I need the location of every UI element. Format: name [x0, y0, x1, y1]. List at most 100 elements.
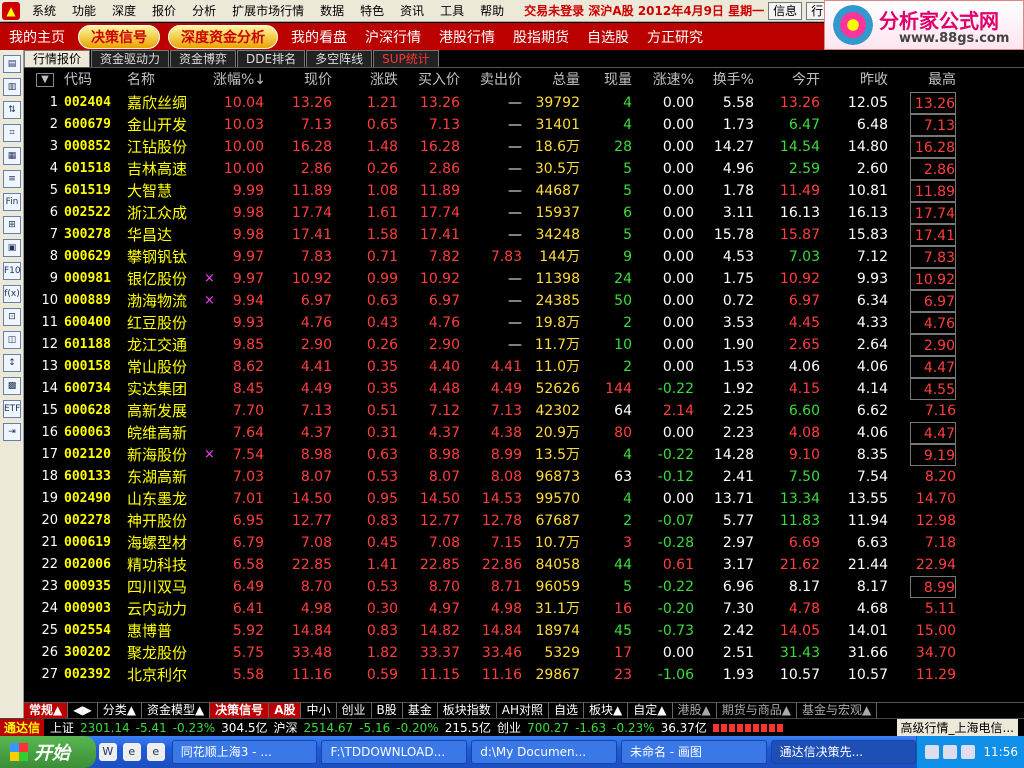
volume-tray-icon[interactable] [943, 745, 958, 759]
table-row[interactable]: 11 600400 红豆股份 9.93 4.76 0.43 4.76 — 19.8万 2 0.00 3… [24, 312, 1024, 334]
col-price[interactable]: 现价 [274, 68, 332, 92]
menu-data[interactable]: 数据 [312, 2, 352, 19]
table-row[interactable]: 2 600679 金山开发 10.03 7.13 0.65 7.13 — 31401 4 0.00 1… [24, 114, 1024, 136]
category-tab-1[interactable]: ◀▶ [68, 703, 98, 718]
col-current-vol[interactable]: 现量 [584, 68, 632, 92]
menu-help[interactable]: 帮助 [472, 2, 512, 19]
app-logo-icon[interactable]: ▲ [2, 1, 20, 20]
nav-founder-research[interactable]: 方正研究 [638, 27, 712, 47]
table-row[interactable]: 7 300278 华昌达 9.98 17.41 1.58 17.41 — 34248 5 0.00 1… [24, 224, 1024, 246]
category-tab-0[interactable]: 常规▲ [24, 703, 69, 718]
export-icon[interactable]: ⇥ [3, 423, 21, 441]
zoom-icon[interactable]: ⊡ [3, 308, 21, 326]
tab-fund-game[interactable]: 资金博弈 [170, 50, 237, 67]
table-row[interactable]: 21 000619 海螺型材 6.79 7.08 0.45 7.08 7.15 10.7万 3 -0… [24, 532, 1024, 554]
category-tab-14[interactable]: 自定▲ [628, 703, 673, 718]
start-button[interactable]: 开始 [0, 736, 96, 768]
tab-dde-ranking[interactable]: DDE排名 [237, 50, 306, 67]
col-bid[interactable]: 买入价 [402, 68, 460, 92]
table-icon[interactable]: ▦ [3, 147, 21, 165]
col-speed[interactable]: 涨速% [636, 68, 694, 92]
table-row[interactable]: 9 000981 银亿股份 × 9.97 10.92 0.99 10.92—11398 24 0.… [24, 268, 1024, 290]
tab-long-short[interactable]: 多空阵线 [306, 50, 373, 67]
table-row[interactable]: 25 002554 惠博普 5.92 14.84 0.83 14.82 14.84 18974 4… [24, 620, 1024, 642]
table-row[interactable]: 15 000628 高新发展 7.70 7.13 0.51 7.12 7.13 42302 64 2… [24, 400, 1024, 422]
table-row[interactable]: 4 601518 吉林高速 10.00 2.86 0.26 2.86 — 30.5万 5 0.00 4… [24, 158, 1024, 180]
col-open[interactable]: 今开 [758, 68, 820, 92]
menu-quote[interactable]: 报价 [144, 2, 184, 19]
task-tddownload-folder[interactable]: F:\TDDOWNLOAD... [321, 740, 468, 764]
category-tab-4[interactable]: 决策信号 [210, 703, 270, 718]
table-row[interactable]: 10 000889 渤海物流 × 9.94 6.97 0.63 6.97—24385 50 0.0… [24, 290, 1024, 312]
table-row[interactable]: 19 002490 山东墨龙 7.01 14.50 0.95 14.50 14.53 99570… [24, 488, 1024, 510]
task-tonghuashun[interactable]: 同花顺上海3 - ... [171, 740, 318, 764]
nav-my-home[interactable]: 我的主页 [0, 27, 74, 47]
matrix-icon[interactable]: ▩ [3, 377, 21, 395]
column-menu-icon[interactable]: ▼ [36, 73, 54, 87]
table-row[interactable]: 14 600734 实达集团 8.45 4.49 0.35 4.48 4.49 52626 144… [24, 378, 1024, 400]
tab-fund-drive[interactable]: 资金驱动力 [91, 50, 170, 67]
table-row[interactable]: 12 601188 龙江交通 9.85 2.90 0.26 2.90 — 11.7万 10 0.00… [24, 334, 1024, 356]
nav-sh-sz-market[interactable]: 沪深行情 [356, 27, 430, 47]
table-row[interactable]: 20 002278 神开股份 6.95 12.77 0.83 12.77 12.78 67687… [24, 510, 1024, 532]
nav-hk-market[interactable]: 港股行情 [430, 27, 504, 47]
table-row[interactable]: 24 000903 云内动力 6.41 4.98 0.30 4.97 4.98 31.1万 16 -… [24, 598, 1024, 620]
menu-features[interactable]: 特色 [352, 2, 392, 19]
nav-my-watch[interactable]: 我的看盘 [282, 27, 356, 47]
col-prev-close[interactable]: 昨收 [824, 68, 888, 92]
category-tab-2[interactable]: 分类▲ [98, 703, 142, 718]
finance-icon[interactable]: Fin [3, 193, 21, 211]
col-volume[interactable]: 总量 [526, 68, 580, 92]
category-tab-3[interactable]: 资金模型▲ [142, 703, 211, 718]
nav-watchlist[interactable]: 自选股 [578, 27, 638, 47]
table-row[interactable]: 26 300202 聚龙股份 5.75 33.48 1.82 33.37 33.46 5329 1… [24, 642, 1024, 664]
category-tab-10[interactable]: 板块指数 [438, 703, 497, 718]
col-high[interactable]: 最高 [894, 68, 956, 92]
task-tdx-decision[interactable]: 通达信决策先... [770, 740, 917, 764]
nav-decision-signal[interactable]: 决策信号 [78, 24, 160, 49]
nav-index-futures[interactable]: 股指期货 [504, 27, 578, 47]
table-row[interactable]: 27 002392 北京利尔 5.58 11.16 0.59 11.15 11.16 29867… [24, 664, 1024, 686]
category-tab-6[interactable]: 中小 [301, 703, 337, 718]
task-paint[interactable]: 未命名 - 画图 [620, 740, 767, 764]
category-tab-12[interactable]: 自选 [549, 703, 585, 718]
browser-quicklaunch-icon[interactable]: e [146, 743, 165, 761]
tab-quotes[interactable]: 行情报价 [24, 50, 91, 67]
window-icon[interactable]: ⊞ [3, 216, 21, 234]
nav-deep-fund-analysis[interactable]: 深度资金分析 [168, 24, 278, 49]
updown-icon[interactable]: ↕ [3, 354, 21, 372]
sort-icon[interactable]: ⇅ [3, 101, 21, 119]
category-tab-15[interactable]: 港股▲ [673, 703, 717, 718]
category-tab-13[interactable]: 板块▲ [584, 703, 629, 718]
category-tab-5[interactable]: A股 [269, 703, 302, 718]
list-icon[interactable]: ≡ [3, 170, 21, 188]
ie-quicklaunch-icon[interactable]: e [122, 743, 141, 761]
col-change[interactable]: 涨跌 [340, 68, 398, 92]
category-tab-17[interactable]: 基金与宏观▲ [797, 703, 878, 718]
col-code[interactable]: 代码 [64, 68, 124, 92]
network-tray-icon[interactable] [925, 745, 940, 759]
table-row[interactable]: 3 000852 江钻股份 10.00 16.28 1.48 16.28 — 18.6万 28 0.… [24, 136, 1024, 158]
col-ask[interactable]: 卖出价 [464, 68, 522, 92]
category-tab-8[interactable]: B股 [372, 703, 403, 718]
category-tab-9[interactable]: 基金 [403, 703, 438, 718]
task-my-documents[interactable]: d:\My Documen... [471, 740, 617, 764]
menu-depth[interactable]: 深度 [104, 2, 144, 19]
formula-icon[interactable]: f(x) [3, 285, 21, 303]
help-tray-icon[interactable] [961, 745, 976, 759]
chart-icon[interactable]: ▥ [3, 78, 21, 96]
table-row[interactable]: 13 000158 常山股份 8.62 4.41 0.35 4.40 4.41 11.0万 2 0.… [24, 356, 1024, 378]
word-quicklaunch-icon[interactable]: W [98, 743, 117, 761]
col-name[interactable]: 名称 [127, 68, 207, 92]
table-row[interactable]: 16 600063 皖维高新 7.64 4.37 0.31 4.37 4.38 20.9万 80 0… [24, 422, 1024, 444]
menu-system[interactable]: 系统 [24, 2, 64, 19]
menu-analysis[interactable]: 分析 [184, 2, 224, 19]
table-row[interactable]: 22 002006 精功科技 6.58 22.85 1.41 22.85 22.86 84058… [24, 554, 1024, 576]
table-row[interactable]: 23 000935 四川双马 6.49 8.70 0.53 8.70 8.71 96059 5 -0… [24, 576, 1024, 598]
menu-tools[interactable]: 工具 [432, 2, 472, 19]
table-row[interactable]: 17 002120 新海股份 × 7.54 8.98 0.63 8.98 8.99 13.5万 4-… [24, 444, 1024, 466]
table-row[interactable]: 8 000629 攀钢钒钛 9.97 7.83 0.71 7.82 7.83 144万 9 0.00… [24, 246, 1024, 268]
category-tab-7[interactable]: 创业 [337, 703, 372, 718]
col-change-pct[interactable]: 涨幅%↓ [200, 68, 266, 92]
category-tab-16[interactable]: 期货与商品▲ [717, 703, 797, 718]
